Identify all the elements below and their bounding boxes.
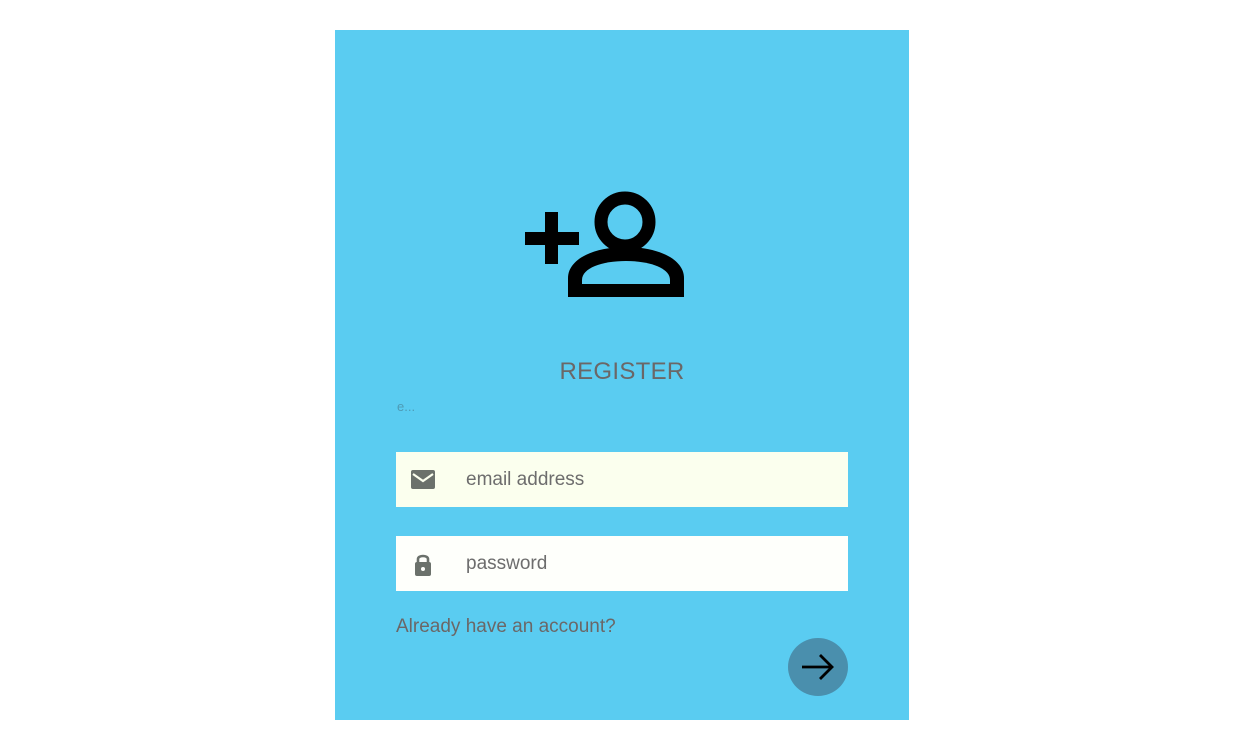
login-link[interactable]: Already have an account?	[396, 616, 616, 638]
password-input[interactable]	[466, 536, 838, 591]
page-title: REGISTER	[559, 358, 685, 385]
arrow-right-icon	[802, 654, 834, 680]
page: REGISTER e... Already have an accou	[0, 0, 1244, 748]
hint-text: e...	[397, 399, 416, 414]
email-input[interactable]	[466, 452, 838, 507]
mail-icon	[410, 468, 436, 492]
lock-icon	[410, 552, 436, 576]
add-user-icon	[522, 190, 684, 298]
register-card: REGISTER e... Already have an accou	[335, 30, 909, 720]
password-field[interactable]	[396, 536, 848, 591]
email-field[interactable]	[396, 452, 848, 507]
submit-button[interactable]	[788, 638, 848, 696]
